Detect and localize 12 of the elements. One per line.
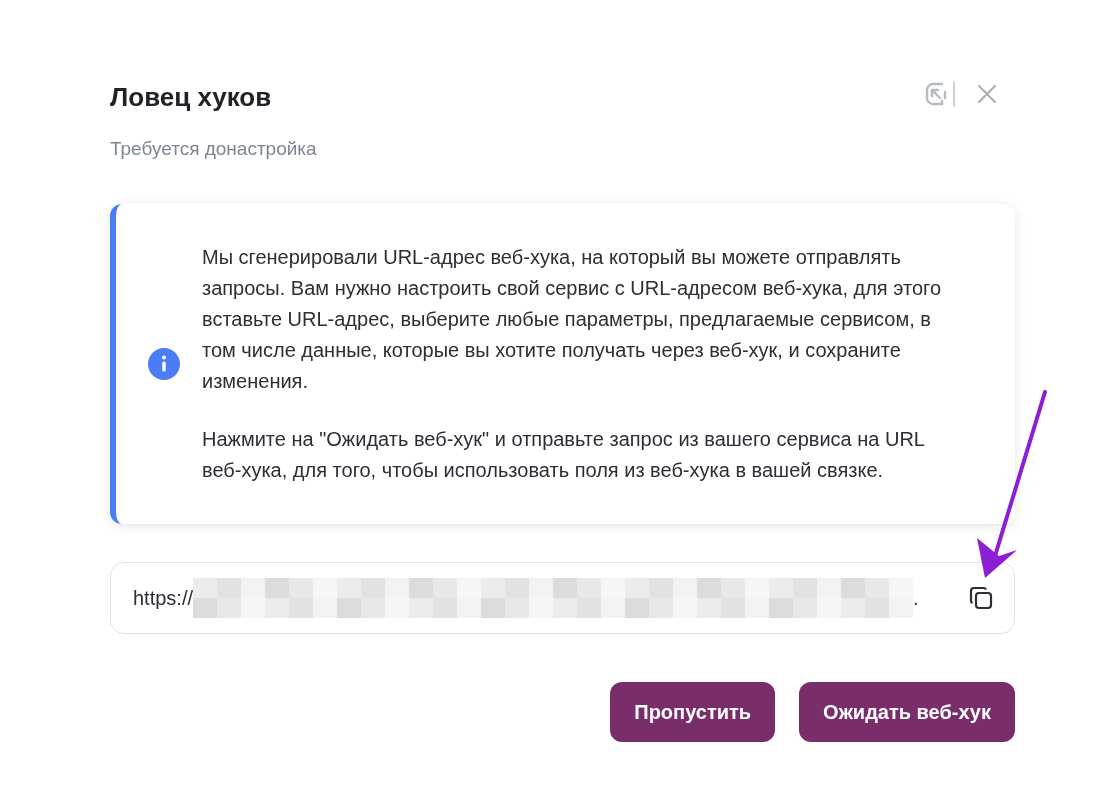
action-button[interactable]: Пропустить bbox=[610, 681, 776, 742]
info-paragraph: Нажмите на "Ожидать веб-хук" и отправьте запрос из вашего сервиса на URL веб-хука, для того, чтобы использовать поля из веб-хука в вашей связке. bbox=[202, 426, 926, 483]
url-prefix: https:// bbox=[133, 585, 194, 611]
url-field[interactable]: https:// . bbox=[110, 561, 1015, 634]
info-paragraph: Мы сгенерировали URL-адрес веб-хука, на который вы можете отправлять запросы. Вам нужно настроить свой сервис с URL-адресом веб-хука, для этого вставьте URL-адрес, выберите любые параметры, предлагаемые сервисом, в том числе данные, которые вы хотите получать через веб-хук, и сохраните изменения. bbox=[202, 244, 943, 394]
close-icon[interactable] bbox=[976, 83, 998, 105]
copy-icon[interactable] bbox=[968, 584, 994, 611]
dialog-subtitle: Требуется донастройка bbox=[110, 137, 317, 161]
info-icon bbox=[148, 347, 180, 380]
action-button[interactable]: Ожидать веб-хук bbox=[799, 681, 1015, 742]
dialog-title: Ловец хуков bbox=[110, 81, 273, 114]
url-suffix: . bbox=[913, 585, 919, 611]
